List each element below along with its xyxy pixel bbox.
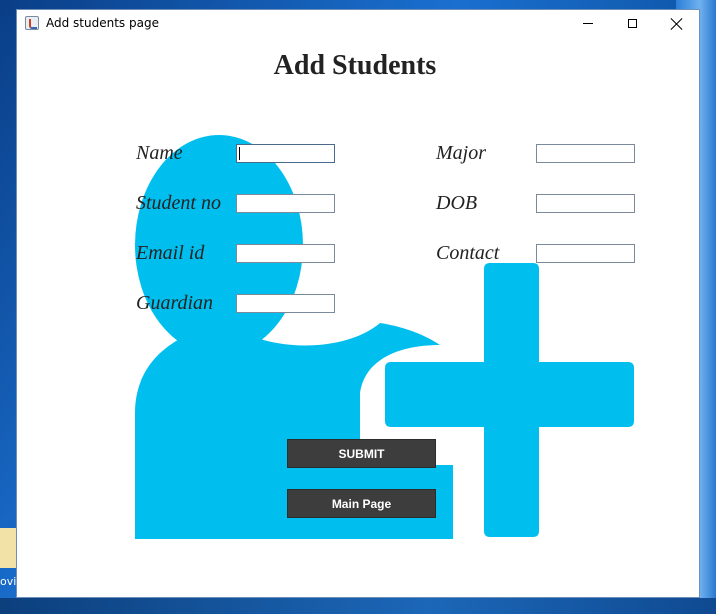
contact-label: Contact	[436, 242, 500, 264]
name-label: Name	[136, 142, 183, 164]
add-students-window: Add students page Add Students Name Stud…	[16, 9, 700, 598]
email-id-label: Email id	[136, 242, 205, 264]
minimize-button[interactable]	[565, 10, 611, 37]
guardian-label: Guardian	[136, 292, 214, 314]
major-field[interactable]	[536, 144, 635, 163]
close-icon	[671, 18, 683, 30]
desktop-file-icon[interactable]	[0, 528, 17, 568]
title-bar[interactable]: Add students page	[17, 10, 699, 37]
maximize-button[interactable]	[609, 10, 655, 37]
content-panel: Add Students Name Student no Email id Gu…	[17, 37, 699, 597]
minimize-icon	[583, 23, 593, 24]
student-no-label: Student no	[136, 192, 221, 214]
dob-field[interactable]	[536, 194, 635, 213]
dob-label: DOB	[436, 192, 478, 214]
student-no-field[interactable]	[236, 194, 335, 213]
name-field[interactable]	[236, 144, 335, 163]
desktop-bottom-strip	[0, 598, 716, 614]
page-title: Add Students	[273, 50, 437, 81]
window-title: Add students page	[46, 16, 159, 30]
java-cup-icon	[25, 16, 39, 30]
guardian-field[interactable]	[236, 294, 335, 313]
close-button[interactable]	[654, 10, 700, 37]
maximize-icon	[627, 19, 637, 28]
contact-field[interactable]	[536, 244, 635, 263]
main-page-button[interactable]: Main Page	[287, 489, 436, 518]
major-label: Major	[436, 142, 486, 164]
email-id-field[interactable]	[236, 244, 335, 263]
submit-button[interactable]: SUBMIT	[287, 439, 436, 468]
